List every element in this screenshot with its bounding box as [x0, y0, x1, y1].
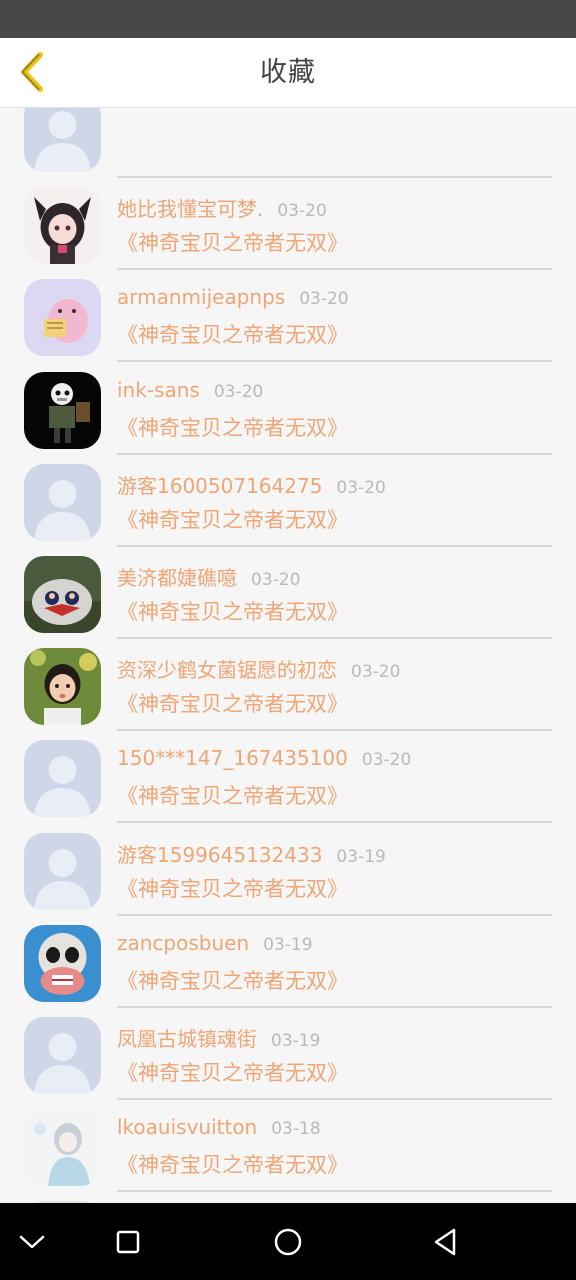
divider: [117, 268, 552, 271]
work-title[interactable]: 《神奇宝贝之帝者无双》: [117, 873, 348, 903]
default-avatar[interactable]: [24, 463, 101, 541]
list-item[interactable]: 美济都婕礁噫 03-20 《神奇宝贝之帝者无双》: [0, 549, 576, 641]
divider: [117, 821, 552, 824]
work-title[interactable]: 《神奇宝贝之帝者无双》: [117, 1149, 348, 1179]
list-item[interactable]: 游客1599645132433 03-19 《神奇宝贝之帝者无双》: [0, 826, 576, 918]
user-name[interactable]: 美济都婕礁噫: [117, 562, 237, 591]
date: 03-18: [271, 1119, 321, 1140]
name-row: 她比我懂宝可梦. 03-20: [117, 193, 327, 222]
painted-rock-avatar[interactable]: [24, 555, 101, 633]
user-name[interactable]: 她比我懂宝可梦.: [117, 193, 263, 222]
work-title[interactable]: 《神奇宝贝之帝者无双》: [117, 319, 348, 349]
default-avatar[interactable]: [24, 740, 101, 818]
page-title: 收藏: [260, 57, 316, 88]
work-title[interactable]: 《神奇宝贝之帝者无双》: [117, 504, 348, 534]
list-item[interactable]: 150***147_167435100 03-20 《神奇宝贝之帝者无双》: [0, 733, 576, 825]
name-row: ink-sans 03-20: [117, 378, 263, 402]
name-row: 游客1599645132433 03-19: [117, 839, 386, 868]
user-name[interactable]: 150***147_167435100: [117, 746, 348, 770]
divider: [117, 636, 552, 639]
name-row: lkoauisvuitton 03-18: [117, 1115, 321, 1139]
user-name[interactable]: 游客1599645132433: [117, 839, 322, 868]
date: 03-20: [361, 750, 412, 771]
date: 03-20: [351, 662, 401, 683]
list-item[interactable]: 明月清风(*σ´∀`)σ03-18《神奇宝贝之帝者无双》: [0, 1194, 576, 1203]
name-row: 150***147_167435100 03-20: [117, 746, 411, 770]
work-title[interactable]: 《神奇宝贝之帝者无双》: [117, 688, 348, 718]
divider: [117, 1005, 552, 1008]
chevron-down-icon[interactable]: [7, 1217, 57, 1267]
name-row: 美济都婕礁噫 03-20: [117, 562, 300, 591]
work-title[interactable]: 《神奇宝贝之帝者无双》: [117, 412, 348, 442]
name-row: armanmijeapnps 03-20: [117, 285, 349, 309]
date: 03-20: [299, 289, 349, 310]
default-avatar[interactable]: [24, 1016, 101, 1094]
list-item[interactable]: 她比我懂宝可梦. 03-20 《神奇宝贝之帝者无双》: [0, 180, 576, 272]
divider: [117, 360, 552, 363]
user-name[interactable]: 资深少鹤女菌锯愿的初恋: [117, 654, 337, 683]
work-title[interactable]: 《神奇宝贝之帝者无双》: [117, 780, 348, 810]
work-title[interactable]: 《神奇宝贝之帝者无双》: [117, 227, 348, 257]
recents-square-icon[interactable]: [103, 1217, 153, 1267]
name-row: 资深少鹤女菌锯愿的初恋 03-20: [117, 654, 400, 683]
status-bar: [0, 0, 576, 38]
list-item[interactable]: 凤凰古城镇魂街 03-19 《神奇宝贝之帝者无双》: [0, 1010, 576, 1102]
divider: [117, 1190, 552, 1193]
date: 03-20: [277, 201, 327, 222]
list-item[interactable]: armanmijeapnps 03-20 《神奇宝贝之帝者无双》: [0, 272, 576, 364]
default-avatar[interactable]: [24, 108, 101, 172]
list-item[interactable]: [0, 108, 576, 180]
header: 收藏: [0, 38, 576, 108]
list-item[interactable]: 游客1600507164275 03-20 《神奇宝贝之帝者无双》: [0, 457, 576, 549]
favorites-list[interactable]: 她比我懂宝可梦. 03-20 《神奇宝贝之帝者无双》 armanmijeapnps 03…: [0, 108, 576, 1203]
list-item[interactable]: lkoauisvuitton 03-18 《神奇宝贝之帝者无双》: [0, 1102, 576, 1194]
date: 03-19: [271, 1030, 321, 1051]
list-item[interactable]: ink-sans 03-20 《神奇宝贝之帝者无双》: [0, 365, 576, 457]
date: 03-20: [213, 381, 264, 402]
user-name[interactable]: lkoauisvuitton: [117, 1115, 257, 1139]
back-triangle-icon[interactable]: [421, 1217, 471, 1267]
pink-pig-avatar[interactable]: [24, 279, 101, 357]
work-title[interactable]: 《神奇宝贝之帝者无双》: [117, 1057, 348, 1087]
name-row: 凤凰古城镇魂街 03-19: [117, 1023, 320, 1052]
skeleton-avatar[interactable]: [24, 371, 101, 449]
divider: [117, 452, 552, 455]
user-name[interactable]: armanmijeapnps: [117, 285, 285, 309]
home-circle-icon[interactable]: [263, 1217, 313, 1267]
divider: [117, 913, 552, 916]
divider: [117, 176, 552, 178]
divider: [117, 544, 552, 547]
date: 03-19: [336, 846, 386, 867]
system-nav-bar: [0, 1203, 576, 1280]
skull-avatar[interactable]: [24, 924, 101, 1002]
date: 03-20: [336, 477, 386, 498]
date: 03-20: [251, 569, 301, 590]
user-name[interactable]: ink-sans: [117, 378, 200, 402]
list-item[interactable]: zancposbuen 03-19 《神奇宝贝之帝者无双》: [0, 918, 576, 1010]
sketch-girl-avatar[interactable]: [24, 1109, 101, 1187]
divider: [117, 729, 552, 732]
work-title[interactable]: 《神奇宝贝之帝者无双》: [117, 965, 348, 995]
default-avatar[interactable]: [24, 832, 101, 910]
user-name[interactable]: 凤凰古城镇魂街: [117, 1023, 257, 1052]
list-item[interactable]: 资深少鹤女菌锯愿的初恋 03-20 《神奇宝贝之帝者无双》: [0, 641, 576, 733]
user-name[interactable]: zancposbuen: [117, 931, 249, 955]
divider: [117, 1097, 552, 1100]
work-title[interactable]: 《神奇宝贝之帝者无双》: [117, 596, 348, 626]
name-row: zancposbuen 03-19: [117, 931, 313, 955]
user-name[interactable]: 游客1600507164275: [117, 470, 322, 499]
name-row: 游客1600507164275 03-20: [117, 470, 386, 499]
anime-girl-avatar[interactable]: [24, 187, 101, 265]
date: 03-19: [263, 934, 313, 955]
child-photo-avatar[interactable]: [24, 648, 101, 726]
